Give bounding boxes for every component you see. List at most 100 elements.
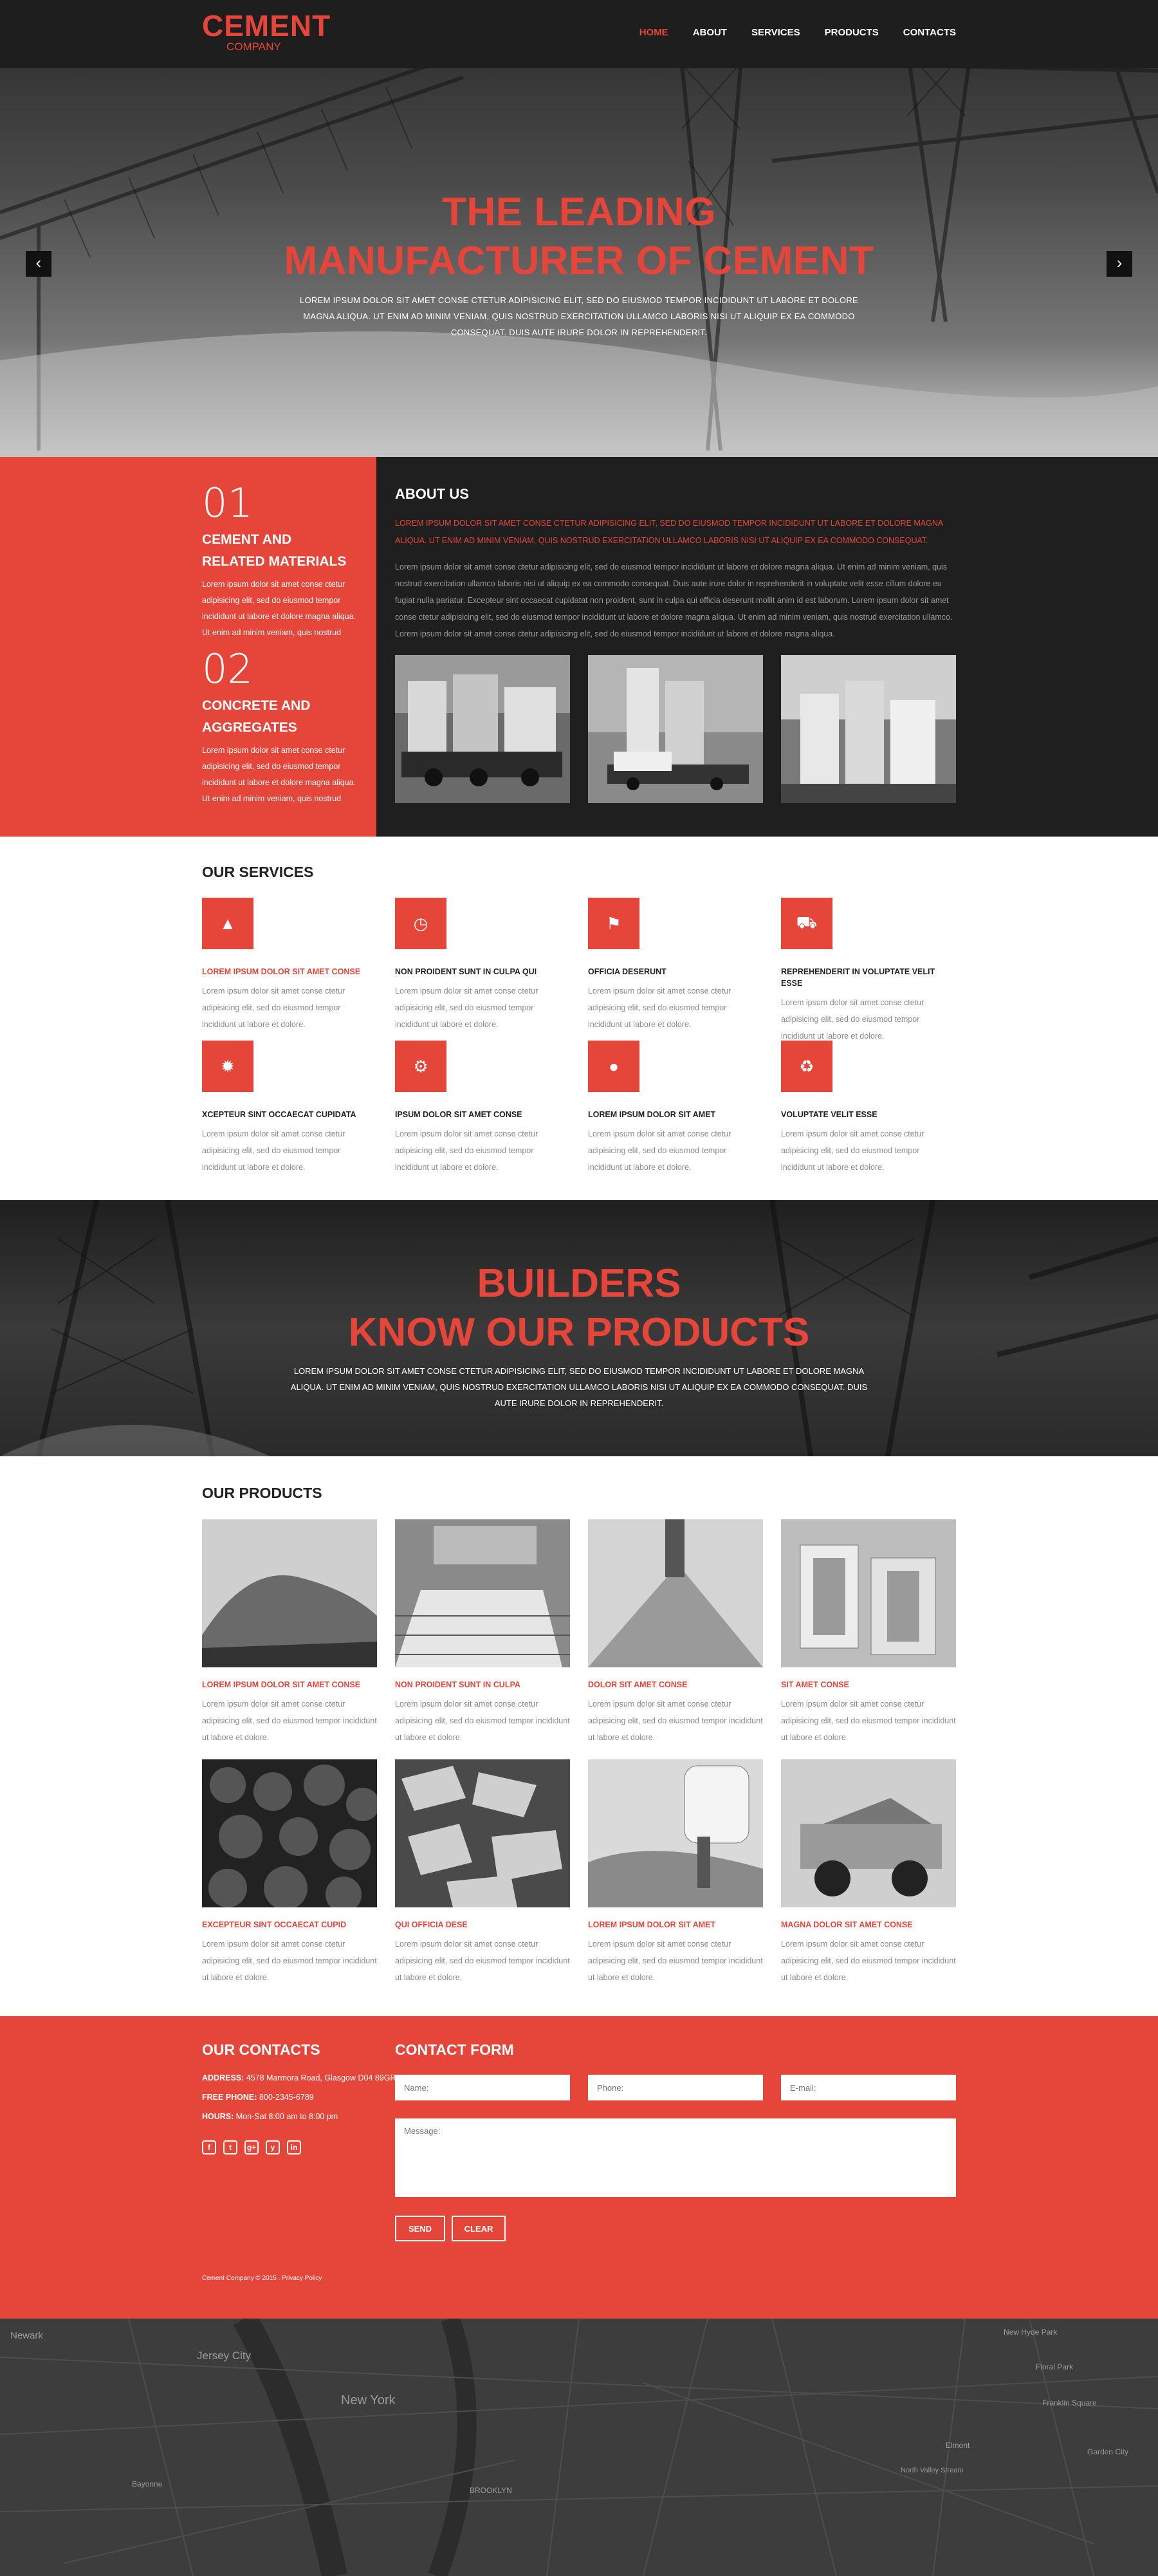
builders-banner: BUILDERS KNOW OUR PRODUCTS LOREM IPSUM D… <box>0 1200 1158 1456</box>
name-field[interactable] <box>395 2075 570 2100</box>
main-nav: HOME ABOUT SERVICES PRODUCTS CONTACTS <box>639 27 956 38</box>
map-label: New Hyde Park <box>1004 2328 1058 2337</box>
send-button[interactable]: SEND <box>395 2216 445 2241</box>
service-text: Lorem ipsum dolor sit amet conse ctetur … <box>588 987 731 1029</box>
feature-text: Lorem ipsum dolor sit amet conse ctetur … <box>202 580 356 637</box>
hero-title: THE LEADING MANUFACTURER OF CEMENT <box>0 188 1158 286</box>
product-image[interactable] <box>202 1759 377 1907</box>
phone-value[interactable]: 800-2345-6789 <box>259 2093 314 2102</box>
map-label: Newark <box>10 2330 43 2341</box>
service-title: LOREM IPSUM DOLOR SIT AMET <box>588 1110 716 1119</box>
clear-button[interactable]: CLEAR <box>452 2216 506 2241</box>
map-label: BROOKLYN <box>470 2486 512 2495</box>
builders-title: BUILDERS KNOW OUR PRODUCTS <box>0 1259 1158 1357</box>
phone-field[interactable] <box>588 2075 763 2100</box>
twitter-icon[interactable]: t <box>223 2140 237 2154</box>
service-text: Lorem ipsum dolor sit amet conse ctetur … <box>588 1129 731 1172</box>
nav-home[interactable]: HOME <box>639 27 668 38</box>
copyright-text[interactable]: Cement Company © 2015 . Privacy Policy <box>202 2275 322 2282</box>
instagram-icon[interactable]: in <box>287 2140 301 2154</box>
clock-icon: ◷ <box>395 898 446 949</box>
service-item[interactable]: ● LOREM IPSUM DOLOR SIT AMET Lorem ipsum… <box>588 1041 762 1176</box>
map-label: Elmont <box>946 2441 970 2450</box>
map-label: Franklin Square <box>1042 2398 1097 2407</box>
service-text: Lorem ipsum dolor sit amet conse ctetur … <box>781 1129 924 1172</box>
nav-products[interactable]: PRODUCTS <box>825 27 879 38</box>
product-image[interactable] <box>588 1759 763 1907</box>
product-title[interactable]: DOLOR SIT AMET CONSE <box>588 1680 763 1689</box>
product-title[interactable]: NON PROIDENT SUNT IN CULPA <box>395 1680 570 1689</box>
service-text: Lorem ipsum dolor sit amet conse ctetur … <box>202 1129 345 1172</box>
service-item[interactable]: ▲ LOREM IPSUM DOLOR SIT AMET CONSE Lorem… <box>202 898 376 1033</box>
contacts-title: OUR CONTACTS <box>202 2041 320 2058</box>
product-item[interactable]: DOLOR SIT AMET CONSE Lorem ipsum dolor s… <box>588 1519 763 1746</box>
message-field[interactable] <box>395 2118 956 2197</box>
nav-contacts[interactable]: CONTACTS <box>903 27 956 38</box>
product-title[interactable]: LOREM IPSUM DOLOR SIT AMET <box>588 1920 763 1929</box>
product-text: Lorem ipsum dolor sit amet conse ctetur … <box>588 1700 763 1742</box>
site-header: CEMENT COMPANY HOME ABOUT SERVICES PRODU… <box>0 0 1158 68</box>
youtube-icon[interactable]: y <box>266 2140 280 2154</box>
chart-icon: ▲ <box>202 898 253 949</box>
product-title[interactable]: EXCEPTEUR SINT OCCAECAT CUPID <box>202 1920 377 1929</box>
facebook-icon[interactable]: f <box>202 2140 216 2154</box>
product-item[interactable]: LOREM IPSUM DOLOR SIT AMET CONSE Lorem i… <box>202 1519 377 1746</box>
product-text: Lorem ipsum dolor sit amet conse ctetur … <box>781 1700 956 1742</box>
product-text: Lorem ipsum dolor sit amet conse ctetur … <box>588 1940 763 1982</box>
contact-form-title: CONTACT FORM <box>395 2041 514 2058</box>
product-image[interactable] <box>202 1519 377 1667</box>
nav-about[interactable]: ABOUT <box>693 27 727 38</box>
product-item[interactable]: LOREM IPSUM DOLOR SIT AMET Lorem ipsum d… <box>588 1759 763 1986</box>
product-image[interactable] <box>395 1519 570 1667</box>
service-text: Lorem ipsum dolor sit amet conse ctetur … <box>395 987 538 1029</box>
product-image[interactable] <box>395 1759 570 1907</box>
product-item[interactable]: SIT AMET CONSE Lorem ipsum dolor sit ame… <box>781 1519 956 1746</box>
product-image[interactable] <box>781 1759 956 1907</box>
product-title[interactable]: SIT AMET CONSE <box>781 1680 956 1689</box>
product-item[interactable]: NON PROIDENT SUNT IN CULPA Lorem ipsum d… <box>395 1519 570 1746</box>
service-title: XCEPTEUR SINT OCCAECAT CUPIDATA <box>202 1110 356 1119</box>
product-image[interactable] <box>781 1519 956 1667</box>
feature-title: CEMENT AND RELATED MATERIALS <box>202 532 347 569</box>
product-text: Lorem ipsum dolor sit amet conse ctetur … <box>781 1940 956 1982</box>
product-title[interactable]: QUI OFFICIA DESE <box>395 1920 570 1929</box>
contact-hours: HOURS: Mon-Sat 8:00 am to 8:00 pm <box>202 2112 338 2121</box>
address-value: 4578 Marmora Road, Glasgow D04 89GR <box>246 2073 396 2082</box>
hero-title-line2: MANUFACTURER OF CEMENT <box>284 239 874 283</box>
about-title: ABOUT US <box>395 486 469 502</box>
hero-text: LOREM IPSUM DOLOR SIT AMET CONSE CTETUR … <box>299 295 859 337</box>
google-plus-icon[interactable]: g+ <box>244 2140 259 2154</box>
service-item[interactable]: ✹ XCEPTEUR SINT OCCAECAT CUPIDATA Lorem … <box>202 1041 376 1176</box>
product-title[interactable]: MAGNA DOLOR SIT AMET CONSE <box>781 1920 956 1929</box>
product-image[interactable] <box>588 1519 763 1667</box>
service-item[interactable]: ⛟ REPREHENDERIT IN VOLUPTATE VELIT ESSE … <box>781 898 955 1044</box>
logo[interactable]: CEMENT COMPANY <box>202 10 331 53</box>
service-item[interactable]: ⚙ IPSUM DOLOR SIT AMET CONSE Lorem ipsum… <box>395 1041 569 1176</box>
hours-label: HOURS: <box>202 2112 234 2121</box>
product-item[interactable]: EXCEPTEUR SINT OCCAECAT CUPID Lorem ipsu… <box>202 1759 377 1986</box>
service-title: REPREHENDERIT IN VOLUPTATE VELIT ESSE <box>781 967 935 988</box>
hero-slider: ‹ › THE LEADING MANUFACTURER OF CEMENT L… <box>0 0 1158 457</box>
service-item[interactable]: ◷ NON PROIDENT SUNT IN CULPA QUI Lorem i… <box>395 898 569 1033</box>
address-label: ADDRESS: <box>202 2073 244 2082</box>
logo-sub-text: COMPANY <box>226 41 281 53</box>
recycle-icon: ♻ <box>781 1041 832 1092</box>
product-item[interactable]: QUI OFFICIA DESE Lorem ipsum dolor sit a… <box>395 1759 570 1986</box>
services-title: OUR SERVICES <box>202 864 314 880</box>
nav-services[interactable]: SERVICES <box>751 27 800 38</box>
email-field[interactable] <box>781 2075 956 2100</box>
product-title[interactable]: LOREM IPSUM DOLOR SIT AMET CONSE <box>202 1680 377 1689</box>
truck-icon: ⛟ <box>781 898 832 949</box>
about-image-trucks <box>395 655 570 803</box>
service-item[interactable]: ♻ VOLUPTATE VELIT ESSE Lorem ipsum dolor… <box>781 1041 955 1176</box>
social-links: f t g+ y in <box>202 2140 301 2154</box>
map-label: Bayonne <box>132 2479 163 2488</box>
about-image-plant <box>781 655 956 803</box>
map-label: Floral Park <box>1036 2362 1074 2371</box>
map[interactable]: Newark Jersey City New York BROOKLYN New… <box>0 2319 1158 2576</box>
feature-item: 01 CEMENT AND RELATED MATERIALS Lorem ip… <box>202 483 356 641</box>
feature-title: CONCRETE AND AGGREGATES <box>202 698 311 735</box>
service-title: OFFICIA DESERUNT <box>588 967 666 976</box>
service-item[interactable]: ⚑ OFFICIA DESERUNT Lorem ipsum dolor sit… <box>588 898 762 1033</box>
product-item[interactable]: MAGNA DOLOR SIT AMET CONSE Lorem ipsum d… <box>781 1759 956 1986</box>
